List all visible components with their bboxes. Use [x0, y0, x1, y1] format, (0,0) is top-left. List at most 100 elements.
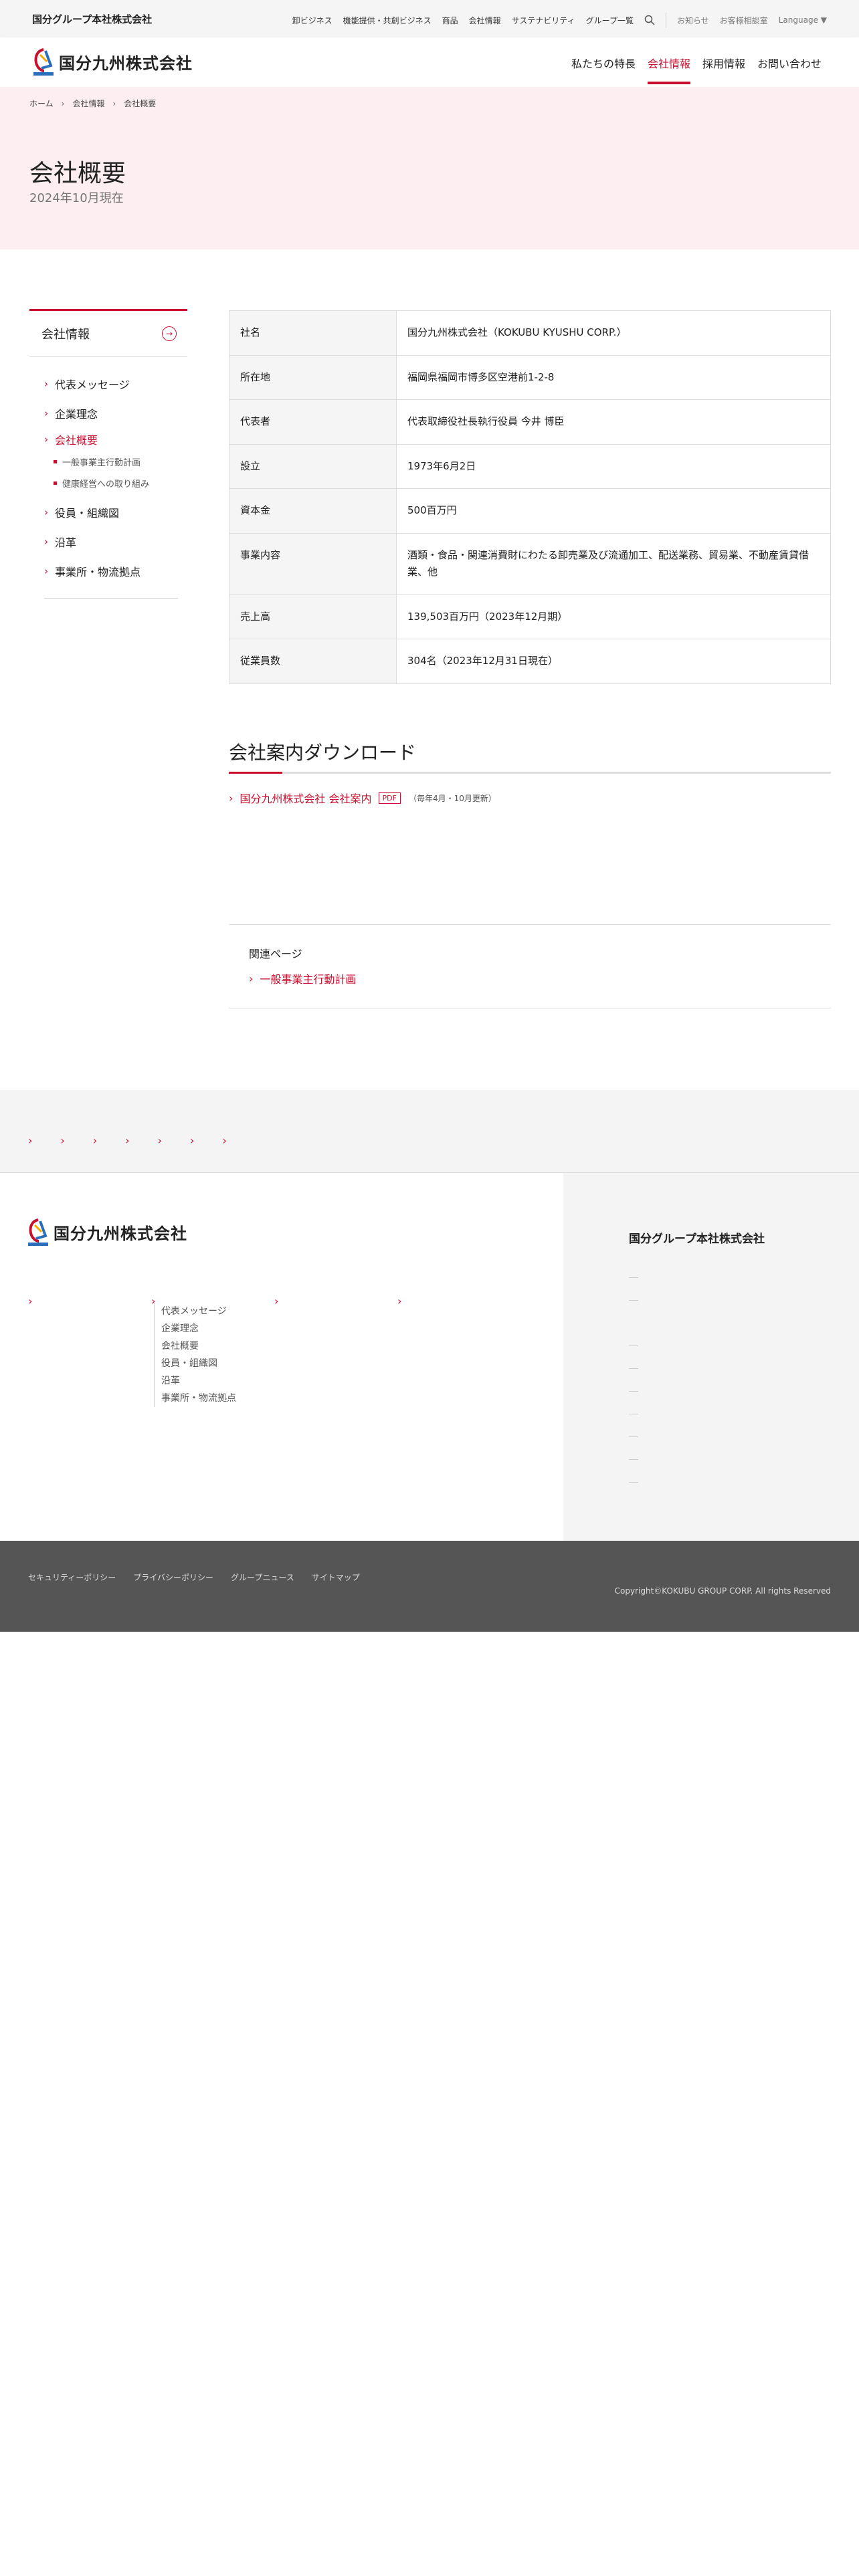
language-select[interactable]: Language ▼ [779, 15, 827, 25]
footer-link[interactable]: 代表メッセージ [161, 1303, 236, 1320]
breadcrumb-home[interactable]: ホーム [29, 98, 54, 109]
chevron-right-icon[interactable]: › [28, 1134, 32, 1147]
top-nav-item[interactable]: 機能提供・共創ビジネス [343, 15, 432, 26]
sitemap-link[interactable]: サイトマップ [312, 1572, 360, 1583]
row-value: 福岡県福岡市博多区空港前1-2-8 [396, 354, 831, 400]
divider [629, 1300, 638, 1301]
footer-company-name: 国分九州株式会社 [54, 1224, 187, 1243]
divider [629, 1277, 638, 1278]
chevron-right-icon: › [44, 378, 48, 390]
row-key: 設立 [229, 443, 397, 489]
company-brochure-link[interactable]: 国分九州株式会社 会社案内 [240, 790, 371, 806]
row-value: 304名（2023年12月31日現在） [396, 639, 831, 684]
top-nav-item[interactable]: グループ一覧 [586, 15, 634, 26]
group-news-link[interactable]: グループニュース [231, 1572, 294, 1583]
table-row: 所在地 福岡県福岡市博多区空港前1-2-8 [229, 354, 831, 400]
footer-logo[interactable]: 国分九州株式会社 [27, 1217, 187, 1247]
customer-support-link[interactable]: お客様相談室 [720, 15, 768, 26]
divider [629, 1368, 638, 1369]
footer-nav-chevrons: › › › › › › › [28, 1134, 255, 1147]
chevron-right-icon[interactable]: › [125, 1134, 129, 1147]
row-value: 酒類・食品・関連消費財にわたる卸売業及び流通加工、配送業務、貿易業、不動産賃貸借… [396, 532, 831, 595]
table-row: 社名 国分九州株式会社（KOKUBU KYUSHU CORP.） [229, 310, 831, 356]
arrow-circle-icon: → [162, 326, 177, 341]
sidebar-item-officers[interactable]: › 役員・組織図 [44, 498, 187, 527]
footer-link[interactable]: 沿革 [161, 1372, 236, 1390]
nav-recruit[interactable]: 採用情報 [702, 55, 745, 71]
sidebar-item-overview[interactable]: › 会社概要 [44, 428, 187, 451]
chevron-right-icon[interactable]: › [93, 1134, 97, 1147]
row-value: 代表取締役社長執行役員 今井 博臣 [396, 399, 831, 445]
sidebar-item-offices[interactable]: › 事業所・物流拠点 [44, 556, 187, 586]
chevron-right-icon[interactable]: › [190, 1134, 194, 1147]
sidebar-item-message[interactable]: › 代表メッセージ [44, 369, 187, 399]
top-nav-item[interactable]: 商品 [442, 15, 458, 26]
sidebar-item-history[interactable]: › 沿革 [44, 527, 187, 556]
sidebar-item-label: 役員・組織図 [55, 507, 120, 520]
sidebar-item-label: 事業所・物流拠点 [55, 566, 141, 578]
table-row: 従業員数 304名（2023年12月31日現在） [229, 639, 831, 684]
search-icon[interactable] [644, 15, 655, 25]
download-heading: 会社案内ダウンロード [229, 738, 831, 774]
chevron-right-icon[interactable]: › [274, 1295, 278, 1307]
group-title[interactable]: 国分グループ本社株式会社 [629, 1229, 765, 1246]
chevron-right-icon[interactable]: › [28, 1295, 32, 1307]
table-row: 売上高 139,503百万円（2023年12月期） [229, 594, 831, 639]
divider [629, 1391, 638, 1392]
top-nav-item[interactable]: サステナビリティ [512, 15, 575, 26]
site-header: 国分九州株式会社 私たちの特長 会社情報 採用情報 お問い合わせ [0, 37, 859, 87]
nav-contact[interactable]: お問い合わせ [757, 55, 822, 71]
table-row: 事業内容 酒類・食品・関連消費財にわたる卸売業及び流通加工、配送業務、貿易業、不動… [229, 532, 831, 595]
company-name: 国分九州株式会社 [59, 53, 193, 73]
sidebar-item-label: 沿革 [55, 536, 77, 549]
copyright: Copyright©KOKUBU GROUP CORP. All rights … [614, 1586, 831, 1596]
sidebar-item-philosophy[interactable]: › 企業理念 [44, 399, 187, 428]
download-row: › 国分九州株式会社 会社案内 PDF （毎年4月・10月更新） [229, 790, 831, 806]
related-link-label: 一般事業主行動計画 [260, 973, 357, 986]
chevron-right-icon[interactable]: › [397, 1295, 401, 1307]
main-nav: 私たちの特長 会社情報 採用情報 お問い合わせ [559, 55, 822, 84]
site-logo[interactable]: 国分九州株式会社 [32, 47, 193, 76]
footer-link[interactable]: 企業理念 [161, 1320, 236, 1337]
privacy-policy-link[interactable]: プライバシーポリシー [133, 1572, 213, 1583]
related-pages: 関連ページ › 一般事業主行動計画 [229, 924, 831, 1008]
security-policy-link[interactable]: セキュリティーポリシー [28, 1572, 116, 1583]
table-row: 設立 1973年6月2日 [229, 443, 831, 489]
sidebar-subitem-health[interactable]: 健康経営への取り組み [44, 472, 187, 494]
chevron-right-icon: › [44, 506, 48, 518]
row-key: 売上高 [229, 594, 397, 639]
top-nav-item[interactable]: 卸ビジネス [292, 15, 332, 26]
table-row: 代表者 代表取締役社長執行役員 今井 博臣 [229, 399, 831, 445]
page-hero: ホーム › 会社情報 › 会社概要 会社概要 2024年10月現在 [0, 87, 859, 249]
legal-links: セキュリティーポリシー プライバシーポリシー グループニュース サイトマップ [28, 1572, 377, 1583]
top-utility-bar: 国分グループ本社株式会社 卸ビジネス 機能提供・共創ビジネス 商品 会社情報 サ… [0, 0, 859, 37]
divider [629, 1459, 638, 1460]
page-subtitle: 2024年10月現在 [29, 191, 124, 205]
row-value: 国分九州株式会社（KOKUBU KYUSHU CORP.） [396, 310, 831, 356]
chevron-right-icon: › [229, 791, 233, 804]
nav-features[interactable]: 私たちの特長 [571, 55, 636, 71]
row-key: 代表者 [229, 399, 397, 445]
company-profile-table: 社名 国分九州株式会社（KOKUBU KYUSHU CORP.） 所在地 福岡県福岡… [229, 310, 831, 684]
chevron-right-icon[interactable]: › [60, 1134, 64, 1147]
footer-company-links: 代表メッセージ 企業理念 会社概要 役員・組織図 沿革 事業所・物流拠点 [154, 1303, 236, 1407]
row-value: 139,503百万円（2023年12月期） [396, 594, 831, 639]
divider [44, 598, 178, 599]
breadcrumb-company[interactable]: 会社情報 [72, 98, 104, 109]
related-link[interactable]: › 一般事業主行動計画 [249, 970, 811, 986]
nav-company-info[interactable]: 会社情報 [647, 55, 690, 84]
kokubu-logo-icon [28, 1218, 48, 1246]
divider [629, 1482, 638, 1483]
chevron-right-icon[interactable]: › [158, 1134, 162, 1147]
top-nav-item[interactable]: 会社情報 [469, 15, 501, 26]
sidebar-title[interactable]: 会社情報 → [29, 309, 187, 357]
footer-link[interactable]: 役員・組織図 [161, 1355, 236, 1372]
footer-link[interactable]: 事業所・物流拠点 [161, 1390, 236, 1407]
group-company-link[interactable]: 国分グループ本社株式会社 [32, 12, 152, 26]
row-value: 1973年6月2日 [396, 443, 831, 489]
news-link[interactable]: お知らせ [677, 15, 709, 26]
chevron-right-icon[interactable]: › [222, 1134, 226, 1147]
footer-link[interactable]: 会社概要 [161, 1337, 236, 1355]
sidebar-subitem-action-plan[interactable]: 一般事業主行動計画 [44, 451, 187, 472]
row-key: 事業内容 [229, 532, 397, 595]
